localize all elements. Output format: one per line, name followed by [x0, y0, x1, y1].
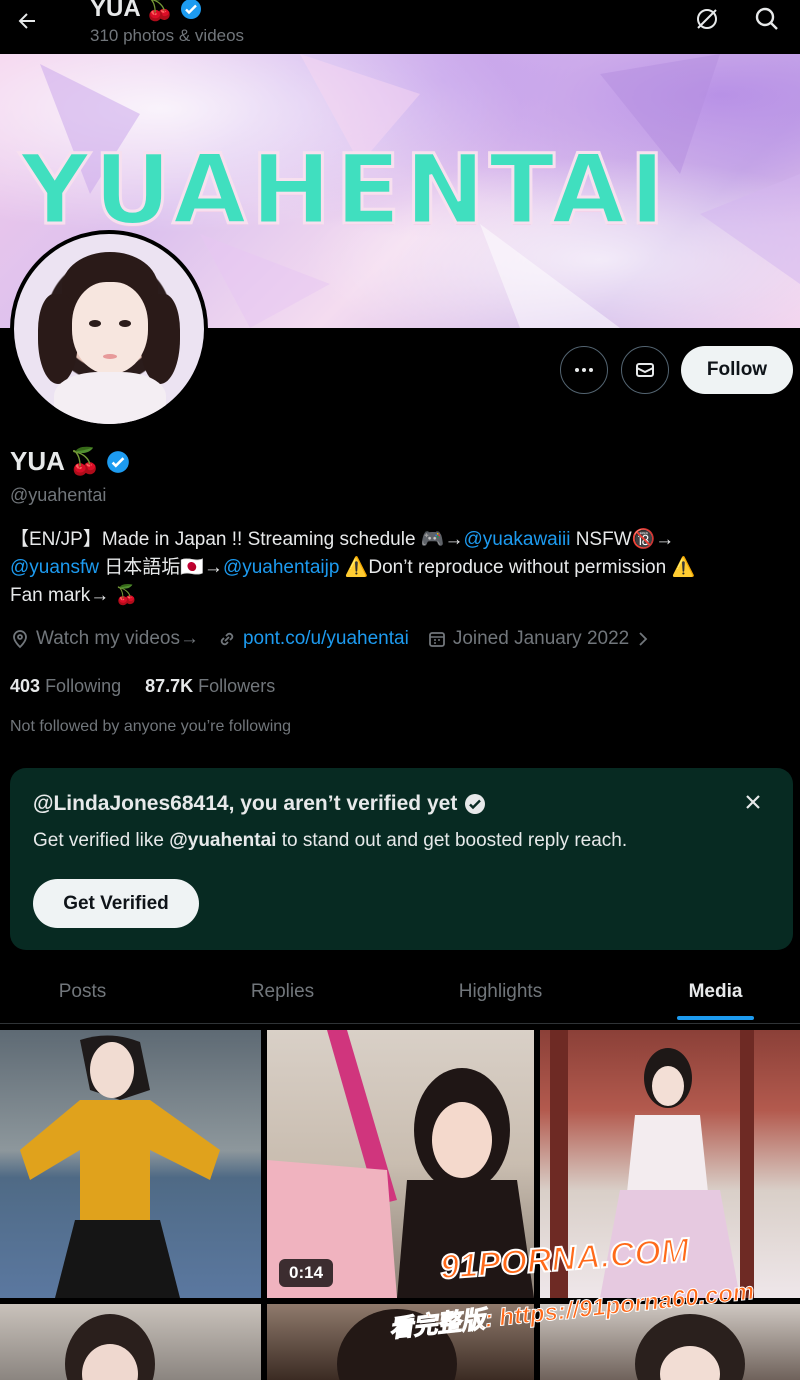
- get-verified-button[interactable]: Get Verified: [33, 879, 199, 928]
- following-link[interactable]: 403 Following: [10, 676, 121, 697]
- followers-count: 87.7K: [145, 676, 194, 696]
- follow-button[interactable]: Follow: [681, 346, 793, 394]
- bio-text: 日本語垢🇯🇵→: [99, 557, 223, 578]
- bio-text: NSFW🔞→: [570, 529, 675, 550]
- verify-card-title-text: @LindaJones68414, you aren’t verified ye…: [33, 792, 458, 815]
- tab-posts[interactable]: Posts: [0, 960, 165, 1024]
- envelope-icon: [636, 363, 654, 377]
- bio-text: 【EN/JP】Made in Japan !! Streaming schedu…: [10, 529, 464, 550]
- profile-display-name: YUA: [10, 446, 65, 476]
- verify-desc-handle: @yuahentai: [169, 830, 277, 851]
- bio-link-jp[interactable]: @yuahentaijp: [223, 557, 339, 578]
- verified-badge-icon: [180, 0, 201, 19]
- verify-desc-text: to stand out and get boosted reply reach…: [276, 830, 628, 851]
- video-duration-badge: 0:14: [279, 1259, 334, 1287]
- profile-name: YUA 🍒: [10, 446, 131, 477]
- header-name: YUA: [90, 0, 141, 22]
- profile-joined: Joined January 2022: [452, 628, 630, 649]
- verify-card-description: Get verified like @yuahentai to stand ou…: [33, 830, 627, 852]
- bio-link-streaming[interactable]: @yuakawaiii: [463, 529, 570, 550]
- tab-media[interactable]: Media: [633, 960, 798, 1024]
- message-button[interactable]: [621, 346, 669, 394]
- verified-check-icon: [465, 794, 486, 814]
- cherry-emoji: 🍒: [68, 446, 102, 476]
- following-label: Following: [45, 676, 122, 696]
- verify-desc-text: Get verified like: [33, 830, 170, 851]
- profile-location: Watch my videos→: [36, 628, 199, 649]
- location-pin-icon: [13, 630, 27, 649]
- verify-card-title: @LindaJones68414, you aren’t verified ye…: [33, 792, 487, 816]
- cherry-emoji: 🍒: [144, 0, 175, 22]
- more-options-button[interactable]: [560, 346, 608, 394]
- grok-icon[interactable]: [692, 4, 722, 34]
- profile-meta: Watch my videos→ pont.co/u/yuahentai Joi…: [10, 628, 669, 650]
- not-followed-note: Not followed by anyone you’re following: [10, 718, 292, 735]
- media-thumbnail[interactable]: [0, 1304, 261, 1380]
- header-title: YUA 🍒: [90, 0, 203, 23]
- calendar-icon: [428, 632, 445, 647]
- follow-counts: 403 Following 87.7K Followers: [10, 676, 275, 697]
- banner-logo-text: YUAHENTAI: [18, 133, 670, 248]
- tab-highlights[interactable]: Highlights: [418, 960, 583, 1024]
- profile-tabs: Posts Replies Highlights Media: [0, 960, 800, 1024]
- profile-website[interactable]: pont.co/u/yuahentai: [243, 628, 409, 650]
- followers-link[interactable]: 87.7K Followers: [145, 676, 275, 697]
- tab-replies[interactable]: Replies: [200, 960, 365, 1024]
- chevron-right-icon[interactable]: [635, 631, 651, 647]
- media-thumbnail[interactable]: [0, 1030, 261, 1298]
- top-bar: YUA 🍒 310 photos & videos: [0, 0, 800, 54]
- more-icon: [575, 368, 593, 372]
- following-count: 403: [10, 676, 41, 696]
- close-icon[interactable]: [741, 790, 765, 814]
- verified-badge-icon: [107, 450, 130, 473]
- profile-bio: 【EN/JP】Made in Japan !! Streaming schedu…: [10, 526, 790, 610]
- header-subtitle: 310 photos & videos: [90, 26, 245, 45]
- verify-promo-card: @LindaJones68414, you aren’t verified ye…: [10, 768, 793, 950]
- search-icon[interactable]: [752, 4, 782, 34]
- back-arrow-icon[interactable]: [10, 4, 44, 38]
- followers-label: Followers: [198, 676, 276, 696]
- bio-text: Fan mark→ 🍒: [10, 585, 139, 606]
- profile-handle: @yuahentai: [10, 485, 107, 505]
- active-tab-indicator: [677, 1016, 754, 1020]
- link-icon: [220, 632, 234, 646]
- bio-link-nsfw[interactable]: @yuansfw: [10, 557, 99, 578]
- avatar[interactable]: [10, 230, 208, 428]
- bio-text: ⚠️Don’t reproduce without permission ⚠️: [339, 557, 696, 578]
